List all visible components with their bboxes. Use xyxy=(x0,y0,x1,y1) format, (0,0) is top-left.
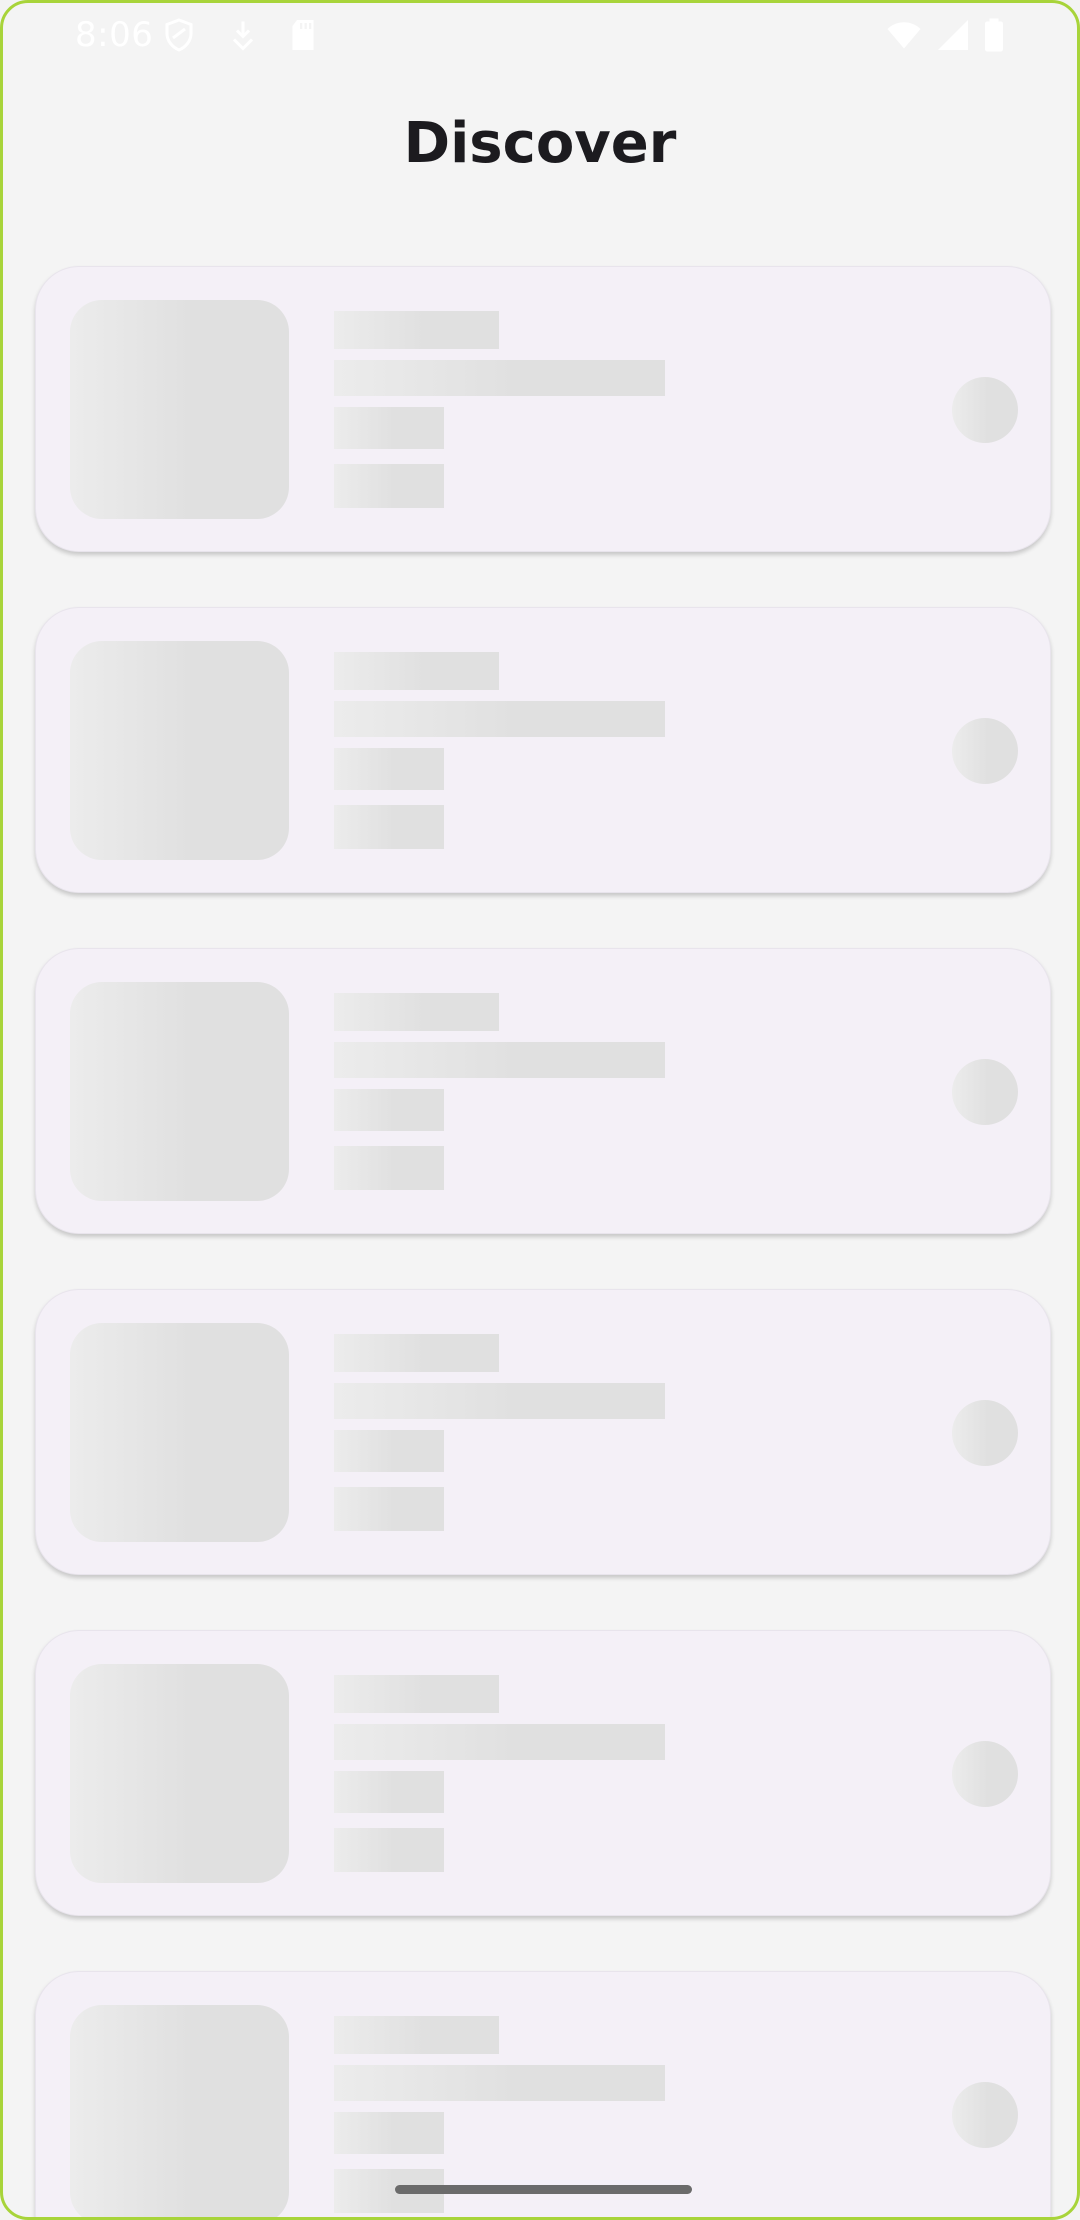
subtitle-placeholder xyxy=(334,1383,665,1419)
thumbnail-placeholder xyxy=(70,1323,289,1542)
list-item[interactable] xyxy=(35,1289,1051,1575)
thumbnail-placeholder xyxy=(70,641,289,860)
meta-placeholder xyxy=(334,1771,444,1813)
title-placeholder xyxy=(334,2016,499,2054)
list-item[interactable] xyxy=(35,607,1051,893)
download-icon xyxy=(225,17,261,53)
meta-placeholder xyxy=(334,464,444,508)
shield-icon xyxy=(161,17,197,53)
thumbnail-placeholder xyxy=(70,982,289,1201)
action-button-placeholder[interactable] xyxy=(952,1400,1018,1466)
page-title: Discover xyxy=(403,111,677,176)
thumbnail-placeholder xyxy=(70,2005,289,2217)
action-button-placeholder[interactable] xyxy=(952,718,1018,784)
meta-placeholder xyxy=(334,2112,444,2154)
list-item[interactable] xyxy=(35,948,1051,1234)
list-item[interactable] xyxy=(35,1971,1051,2217)
subtitle-placeholder xyxy=(334,701,665,737)
action-button-placeholder[interactable] xyxy=(952,2082,1018,2148)
title-placeholder xyxy=(334,1334,499,1372)
action-button-placeholder[interactable] xyxy=(952,1059,1018,1125)
meta-placeholder xyxy=(334,1430,444,1472)
status-bar: 8:06 xyxy=(3,3,1077,67)
title-placeholder xyxy=(334,311,499,349)
action-button-placeholder[interactable] xyxy=(952,377,1018,443)
title-placeholder xyxy=(334,652,499,690)
device-screen: 8:06 Discover xyxy=(0,0,1080,2220)
discover-list[interactable] xyxy=(35,266,1051,2217)
list-item[interactable] xyxy=(35,1630,1051,1916)
meta-placeholder xyxy=(334,407,444,449)
meta-placeholder xyxy=(334,805,444,849)
meta-placeholder xyxy=(334,748,444,790)
meta-placeholder xyxy=(334,1089,444,1131)
battery-icon xyxy=(981,17,1007,53)
subtitle-placeholder xyxy=(334,360,665,396)
subtitle-placeholder xyxy=(334,1724,665,1760)
title-placeholder xyxy=(334,993,499,1031)
subtitle-placeholder xyxy=(334,1042,665,1078)
thumbnail-placeholder xyxy=(70,300,289,519)
wifi-icon xyxy=(883,17,925,53)
meta-placeholder xyxy=(334,1487,444,1531)
gesture-nav-handle[interactable] xyxy=(395,2185,692,2194)
status-time: 8:06 xyxy=(75,15,154,55)
signal-icon xyxy=(933,17,973,53)
thumbnail-placeholder xyxy=(70,1664,289,1883)
title-placeholder xyxy=(334,1675,499,1713)
subtitle-placeholder xyxy=(334,2065,665,2101)
action-button-placeholder[interactable] xyxy=(952,1741,1018,1807)
sd-card-icon xyxy=(285,17,321,53)
list-item[interactable] xyxy=(35,266,1051,552)
meta-placeholder xyxy=(334,1146,444,1190)
meta-placeholder xyxy=(334,1828,444,1872)
